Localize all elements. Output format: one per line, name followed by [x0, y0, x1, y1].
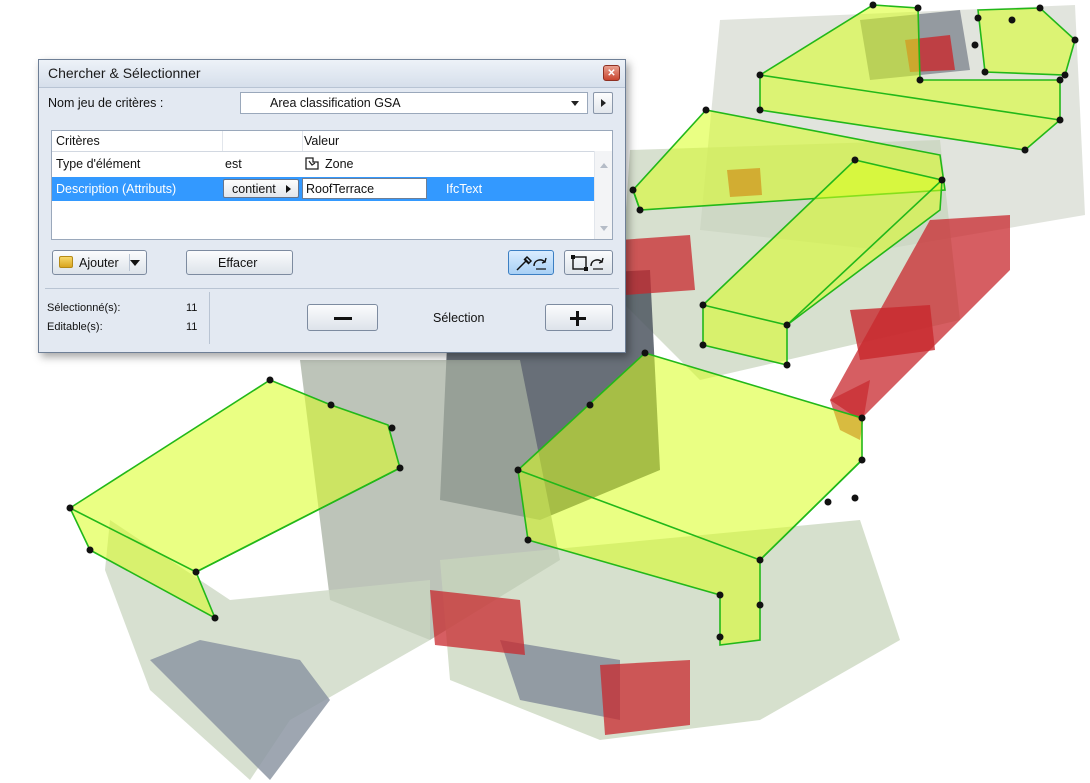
table-row-selected[interactable]: Description (Attributs) contient RoofTer… — [52, 177, 594, 201]
close-icon: ✕ — [607, 68, 616, 79]
selected-count-value: 11 — [186, 302, 198, 314]
selection-label: Sélection — [433, 311, 485, 325]
search-select-dialog: Chercher & Sélectionner ✕ Nom jeu de cri… — [38, 59, 626, 353]
eyedropper-icon — [516, 255, 547, 271]
folder-icon — [59, 256, 73, 268]
criterion-name: Description (Attributs) — [56, 182, 177, 196]
criteria-set-label: Nom jeu de critères : — [48, 96, 164, 110]
marquee-icon — [571, 255, 604, 271]
scroll-down-icon — [600, 226, 608, 231]
add-button[interactable]: Ajouter — [52, 250, 147, 275]
chevron-down-icon — [130, 260, 140, 266]
operator-label: contient — [232, 182, 276, 196]
scroll-up-icon — [600, 163, 608, 168]
marquee-select-button[interactable] — [564, 250, 613, 275]
remove-selection-button[interactable] — [307, 304, 378, 331]
add-button-label: Ajouter — [79, 256, 119, 270]
add-selection-button[interactable] — [545, 304, 613, 331]
selected-count-label: Sélectionné(s): — [47, 302, 121, 314]
clear-button-label: Effacer — [218, 256, 258, 270]
editable-count-value: 11 — [186, 321, 198, 333]
criterion-name: Type d'élément — [56, 157, 141, 171]
operator-dropdown[interactable]: contient — [223, 179, 299, 198]
column-header-criteria: Critères — [56, 134, 100, 148]
criterion-operator: est — [225, 157, 242, 171]
chevron-down-icon — [571, 101, 579, 106]
table-scrollbar[interactable] — [594, 151, 612, 239]
dialog-title: Chercher & Sélectionner — [48, 65, 201, 81]
table-row[interactable]: Type d'élément est Zone — [52, 153, 594, 177]
criteria-set-menu-button[interactable] — [593, 92, 613, 114]
zone-icon — [304, 155, 320, 171]
chevron-right-icon — [286, 185, 291, 193]
pick-parameters-button[interactable] — [508, 250, 554, 275]
minus-icon — [334, 317, 352, 320]
dialog-titlebar[interactable]: Chercher & Sélectionner ✕ — [39, 60, 625, 88]
close-button[interactable]: ✕ — [603, 65, 620, 81]
column-header-value: Valeur — [304, 134, 340, 148]
value-input[interactable]: RoofTerrace — [302, 178, 427, 199]
criteria-table: Critères Valeur Type d'élément est Zone … — [51, 130, 613, 240]
editable-count-label: Editable(s): — [47, 321, 103, 333]
clear-button[interactable]: Effacer — [186, 250, 293, 275]
criteria-set-value: Area classification GSA — [270, 96, 401, 110]
table-header: Critères Valeur — [52, 131, 612, 152]
value-type: IfcText — [446, 182, 483, 196]
criterion-value: Zone — [325, 157, 354, 171]
criteria-set-dropdown[interactable]: Area classification GSA — [240, 92, 588, 114]
value-input-text: RoofTerrace — [306, 182, 375, 196]
